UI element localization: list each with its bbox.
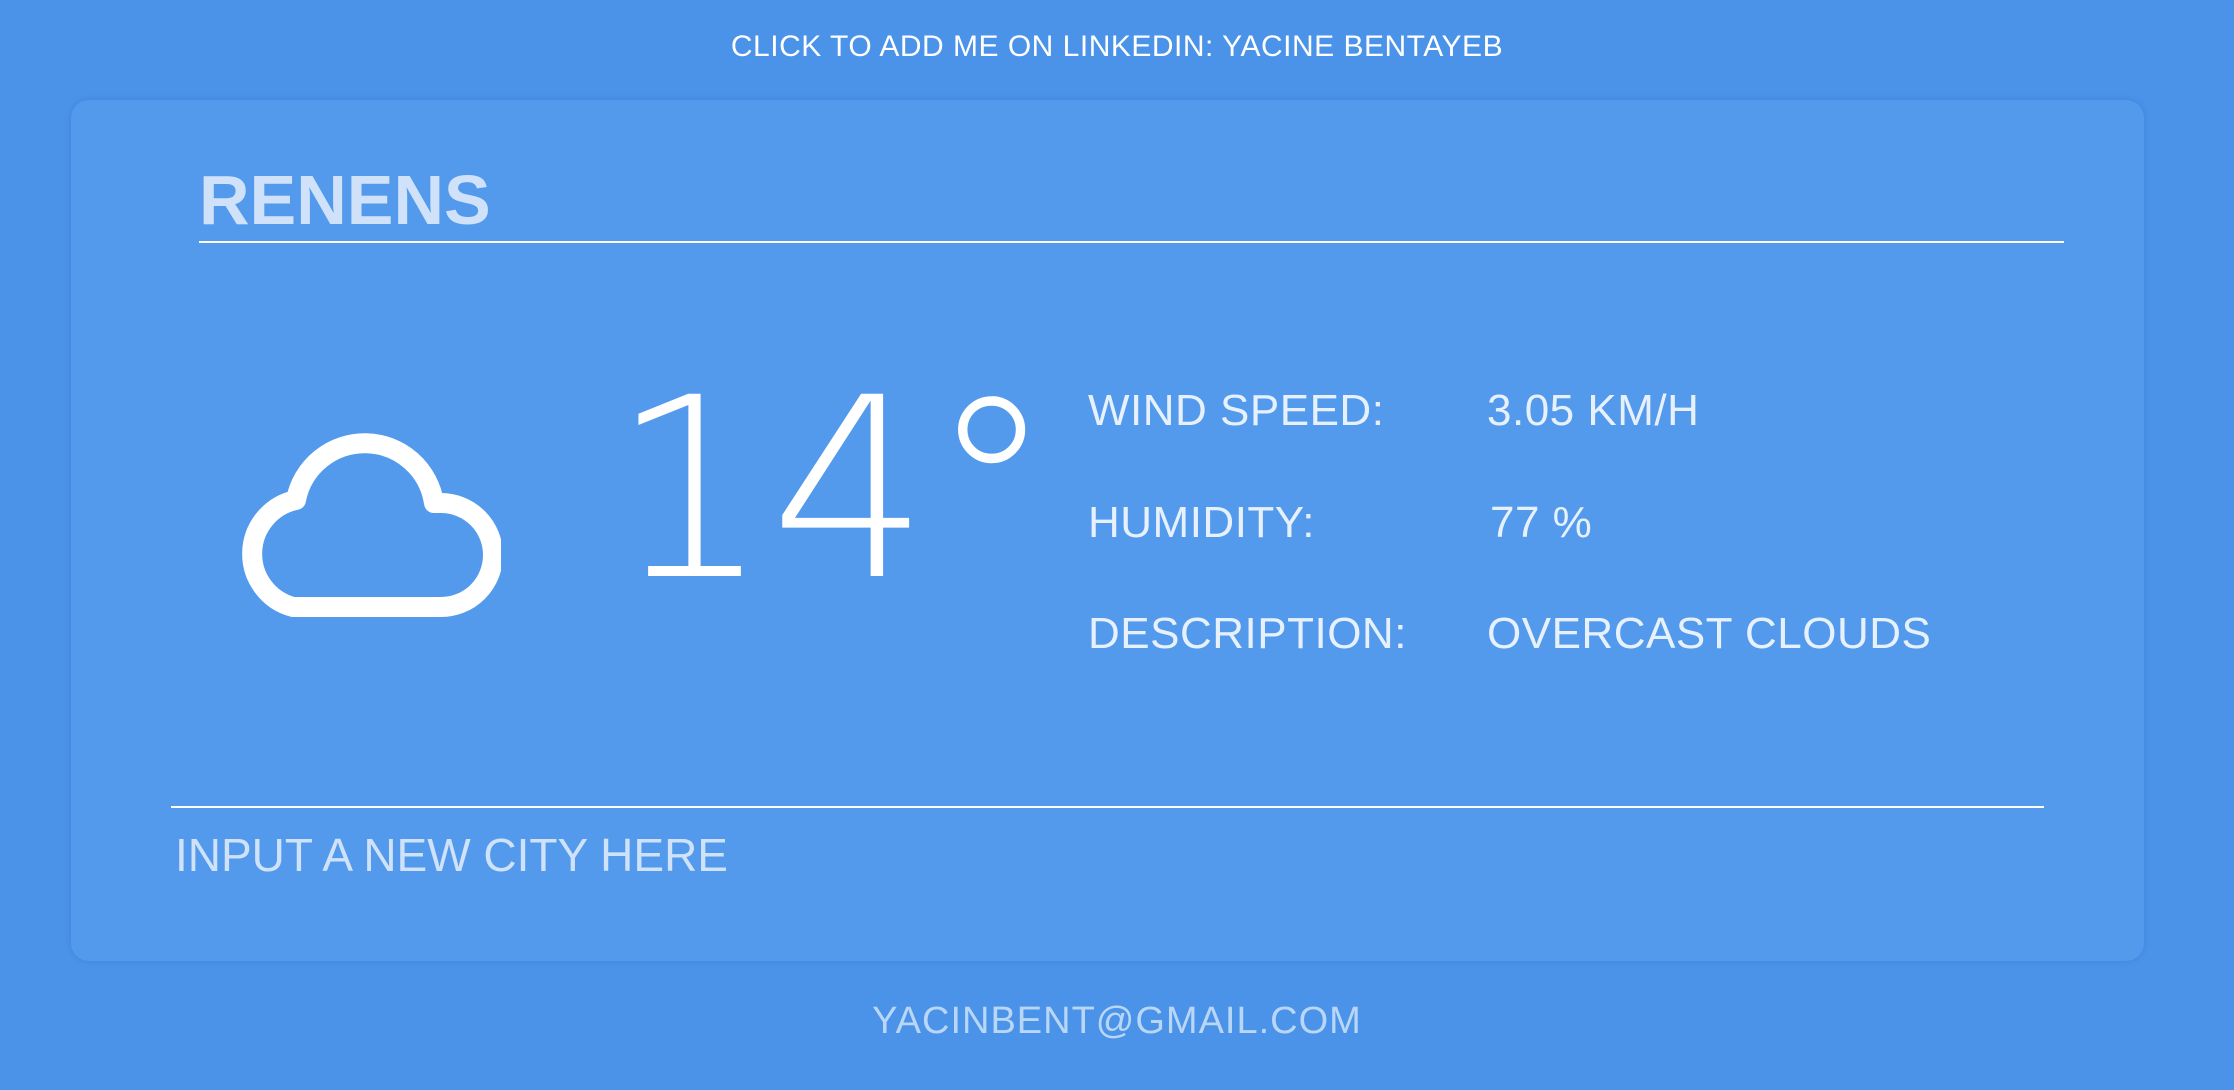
city-divider xyxy=(199,241,2064,243)
description-value: OVERCAST CLOUDS xyxy=(1487,609,1932,658)
wind-speed-value: 3.05 KM/H xyxy=(1487,386,1700,435)
temperature-value: 14° xyxy=(611,344,1055,635)
wind-speed-label: WIND SPEED: xyxy=(1088,386,1385,435)
description-label: DESCRIPTION: xyxy=(1088,609,1407,658)
footer-email-link[interactable]: YACINBENT@GMAIL.COM xyxy=(0,1000,2234,1043)
cloud-icon xyxy=(242,433,501,617)
humidity-value: 77 % xyxy=(1490,498,1593,547)
weather-card: RENENS 14° WIND SPEED: 3.05 KM/H HUMIDIT… xyxy=(71,100,2144,961)
city-name: RENENS xyxy=(199,161,491,239)
city-input-underline xyxy=(171,806,2044,808)
linkedin-link[interactable]: CLICK TO ADD ME ON LINKEDIN: YACINE BENT… xyxy=(0,30,2234,64)
humidity-label: HUMIDITY: xyxy=(1088,498,1315,547)
city-search-input[interactable] xyxy=(171,825,2048,885)
